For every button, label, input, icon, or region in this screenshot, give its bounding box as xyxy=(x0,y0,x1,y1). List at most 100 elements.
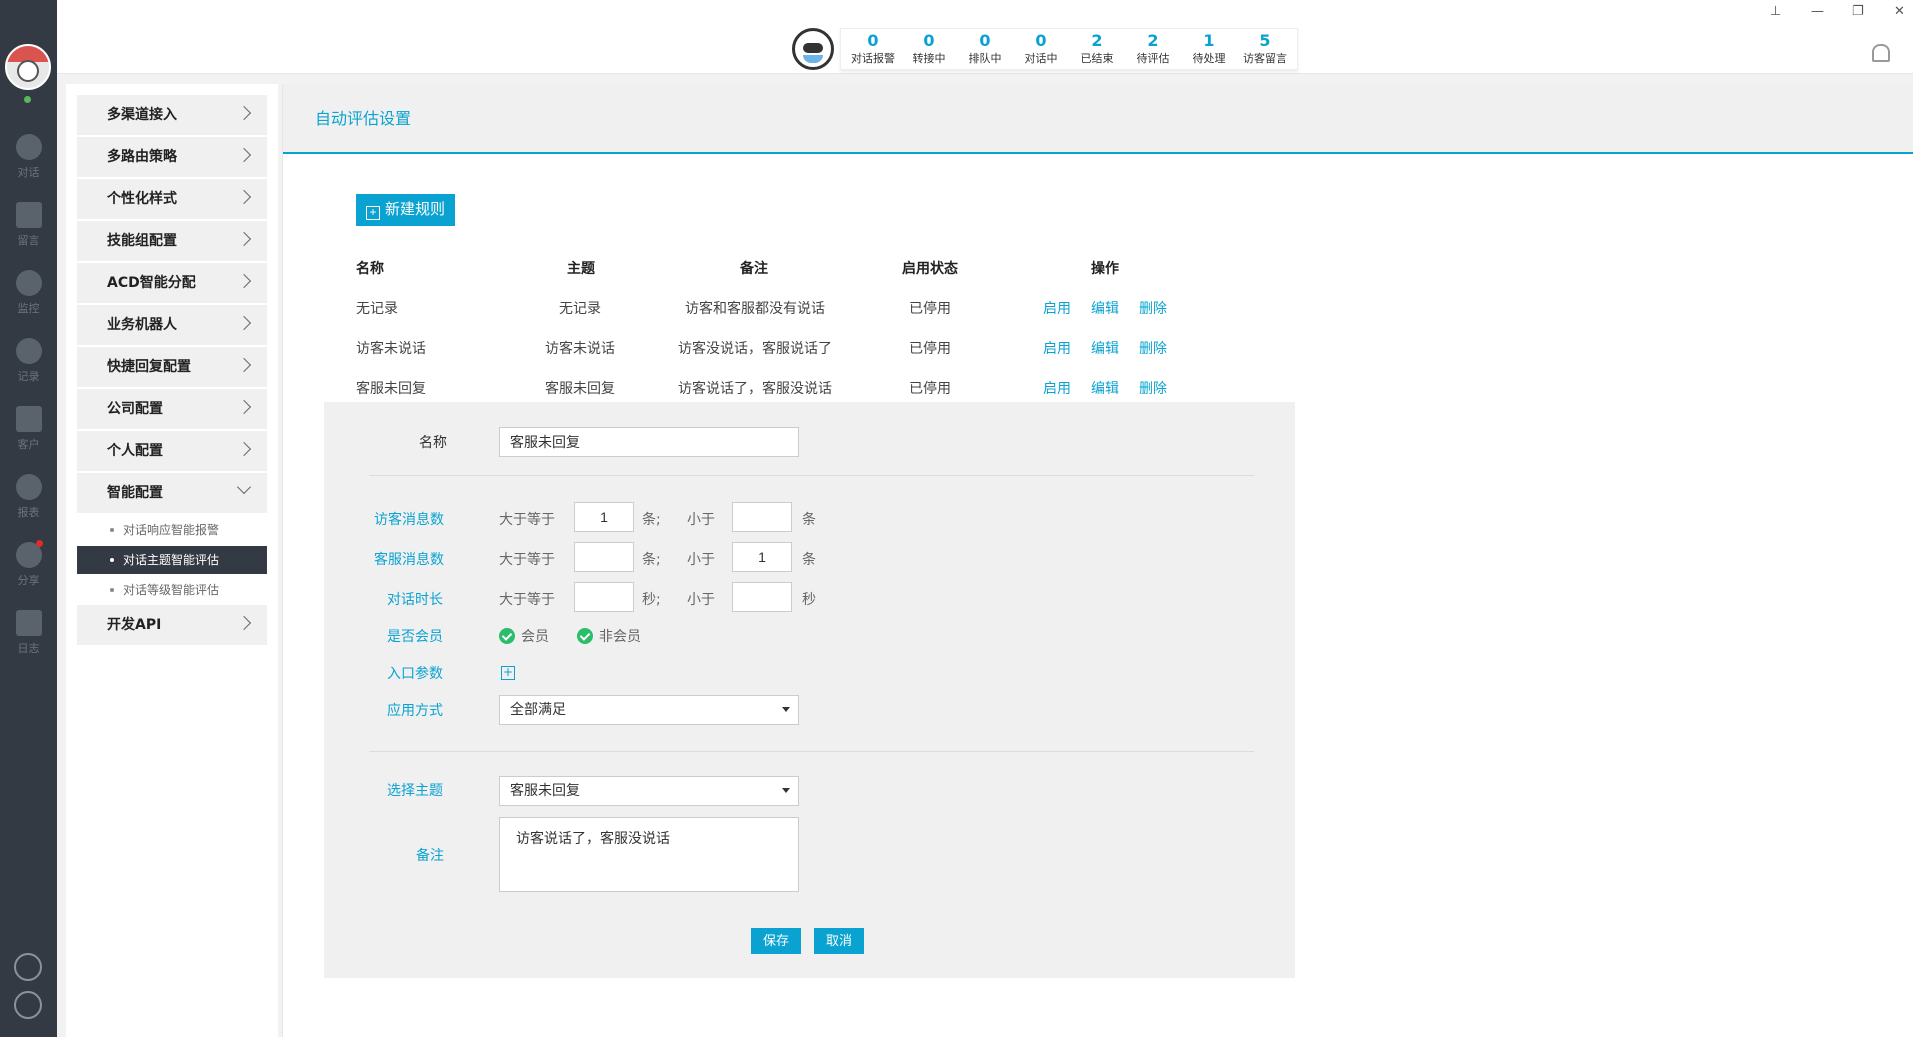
sidebar-item-style[interactable]: 个性化样式 xyxy=(77,179,267,219)
stat-transferring[interactable]: 0 转接中 xyxy=(901,29,957,69)
edit-link[interactable]: 编辑 xyxy=(1091,378,1119,398)
delete-link[interactable]: 删除 xyxy=(1139,378,1167,398)
sidebar-item-personal[interactable]: 个人配置 xyxy=(77,431,267,471)
agent-min-input[interactable] xyxy=(574,542,634,572)
stat-pending-eval[interactable]: 2 待评估 xyxy=(1125,29,1181,69)
sidebar-item-routing[interactable]: 多路由策略 xyxy=(77,137,267,177)
sidebar-item-label: 多路由策略 xyxy=(107,149,177,165)
plus-icon: + xyxy=(366,206,380,220)
member-label: 是否会员 xyxy=(387,629,443,645)
stat-in-conversation[interactable]: 0 对话中 xyxy=(1013,29,1069,69)
stat-pending[interactable]: 1 待处理 xyxy=(1181,29,1237,69)
rail-item-logs[interactable]: 日志 xyxy=(0,610,57,656)
rail-item-share[interactable]: 分享 xyxy=(0,540,57,588)
enable-link[interactable]: 启用 xyxy=(1043,338,1071,358)
sidebar-item-smart[interactable]: 智能配置 xyxy=(77,473,267,513)
minimize-icon[interactable]: — xyxy=(1811,4,1824,19)
col-header-status: 启用状态 xyxy=(902,261,958,277)
unit-text: 条; xyxy=(642,552,661,568)
edit-link[interactable]: 编辑 xyxy=(1091,338,1119,358)
online-status-icon xyxy=(22,94,33,105)
chevron-right-icon xyxy=(236,231,252,247)
stat-visitor-messages[interactable]: 5 访客留言 xyxy=(1237,29,1293,69)
duration-min-input[interactable] xyxy=(574,582,634,612)
sidebar-item-label: 公司配置 xyxy=(107,401,163,417)
chevron-down-icon xyxy=(236,479,252,495)
stat-alarm[interactable]: 0 对话报警 xyxy=(845,29,901,69)
stat-value: 0 xyxy=(923,31,935,50)
clock-icon xyxy=(15,338,42,364)
stat-label: 转接中 xyxy=(912,52,946,65)
rail-item-customers[interactable]: 客户 xyxy=(0,406,57,452)
duration-max-input[interactable] xyxy=(732,582,792,612)
delete-link[interactable]: 删除 xyxy=(1139,298,1167,318)
add-param-icon[interactable]: + xyxy=(501,666,515,680)
close-icon[interactable]: ✕ xyxy=(1894,4,1905,19)
cell-status: 已停用 xyxy=(909,381,951,397)
visitor-min-input[interactable] xyxy=(574,502,634,532)
sidebar-subitem-alarm[interactable]: 对话响应智能报警 xyxy=(77,516,267,544)
sidebar-item-quick-reply[interactable]: 快捷回复配置 xyxy=(77,347,267,387)
new-rule-button[interactable]: + 新建规则 xyxy=(356,194,456,226)
sidebar-item-label: 智能配置 xyxy=(107,485,163,501)
lt-text: 小于 xyxy=(687,512,715,528)
name-input[interactable] xyxy=(499,427,799,457)
stat-ended[interactable]: 2 已结束 xyxy=(1069,29,1125,69)
sidebar-item-multichannel[interactable]: 多渠道接入 xyxy=(77,95,267,135)
sidebar-item-company[interactable]: 公司配置 xyxy=(77,389,267,429)
col-header-ops: 操作 xyxy=(1091,261,1119,277)
duration-label: 对话时长 xyxy=(387,592,443,608)
note-textarea[interactable]: 访客说话了，客服没说话 xyxy=(499,817,799,892)
check-icon[interactable] xyxy=(577,628,593,644)
sidebar-item-api[interactable]: 开发API xyxy=(77,605,267,645)
page-title: 自动评估设置 xyxy=(283,84,1913,154)
entry-param-label: 入口参数 xyxy=(387,666,443,682)
cancel-button[interactable]: 取消 xyxy=(814,928,864,954)
visitor-max-input[interactable] xyxy=(732,502,792,532)
stat-label: 待评估 xyxy=(1136,52,1170,65)
rail-item-monitor[interactable]: 监控 xyxy=(0,270,57,316)
cell-note: 访客没说话，客服说话了 xyxy=(678,341,832,357)
edit-link[interactable]: 编辑 xyxy=(1091,298,1119,318)
save-button[interactable]: 保存 xyxy=(751,928,801,954)
chevron-right-icon xyxy=(236,615,252,631)
apply-mode-select[interactable]: 全部满足 xyxy=(499,695,799,725)
mascot-logo-icon xyxy=(792,28,834,70)
name-label: 名称 xyxy=(419,435,447,451)
rail-item-chat[interactable]: 对话 xyxy=(0,134,57,180)
chevron-right-icon xyxy=(236,105,252,121)
power-icon[interactable] xyxy=(14,991,42,1019)
rail-item-label: 报表 xyxy=(17,506,40,519)
enable-link[interactable]: 启用 xyxy=(1043,378,1071,398)
delete-link[interactable]: 删除 xyxy=(1139,338,1167,358)
sidebar-item-label: 业务机器人 xyxy=(107,317,177,333)
rail-item-message[interactable]: 留言 xyxy=(0,202,57,248)
bell-icon[interactable] xyxy=(1872,44,1890,62)
enable-link[interactable]: 启用 xyxy=(1043,298,1071,318)
agent-max-input[interactable] xyxy=(732,542,792,572)
divider xyxy=(369,475,1254,476)
sidebar-item-skill-groups[interactable]: 技能组配置 xyxy=(77,221,267,261)
pin-icon[interactable]: ⊥ xyxy=(1770,4,1781,19)
lt-text: 小于 xyxy=(687,592,715,608)
check-icon[interactable] xyxy=(499,628,515,644)
gte-text: 大于等于 xyxy=(499,512,555,528)
sidebar-subitem-level-eval[interactable]: 对话等级智能评估 xyxy=(77,576,267,604)
topic-select[interactable]: 客服未回复 xyxy=(499,776,799,806)
nonmember-option: 非会员 xyxy=(599,629,641,645)
left-nav-rail: 对话 留言 监控 记录 客户 报表 分享 日志 xyxy=(0,0,57,1037)
restore-icon[interactable]: ❐ xyxy=(1852,4,1864,19)
cell-topic: 客服未回复 xyxy=(545,381,615,397)
eye-icon xyxy=(15,270,42,296)
sidebar-item-label: ACD智能分配 xyxy=(107,275,196,291)
stat-queued[interactable]: 0 排队中 xyxy=(957,29,1013,69)
sidebar-subitem-topic-eval[interactable]: 对话主题智能评估 xyxy=(77,546,267,574)
rail-item-reports[interactable]: 报表 xyxy=(0,474,57,520)
avatar[interactable] xyxy=(5,44,51,90)
gte-text: 大于等于 xyxy=(499,592,555,608)
sidebar-item-acd[interactable]: ACD智能分配 xyxy=(77,263,267,303)
rail-item-records[interactable]: 记录 xyxy=(0,338,57,384)
sidebar-item-robot[interactable]: 业务机器人 xyxy=(77,305,267,345)
stat-label: 对话中 xyxy=(1024,52,1058,65)
settings-gear-icon[interactable] xyxy=(14,953,42,981)
